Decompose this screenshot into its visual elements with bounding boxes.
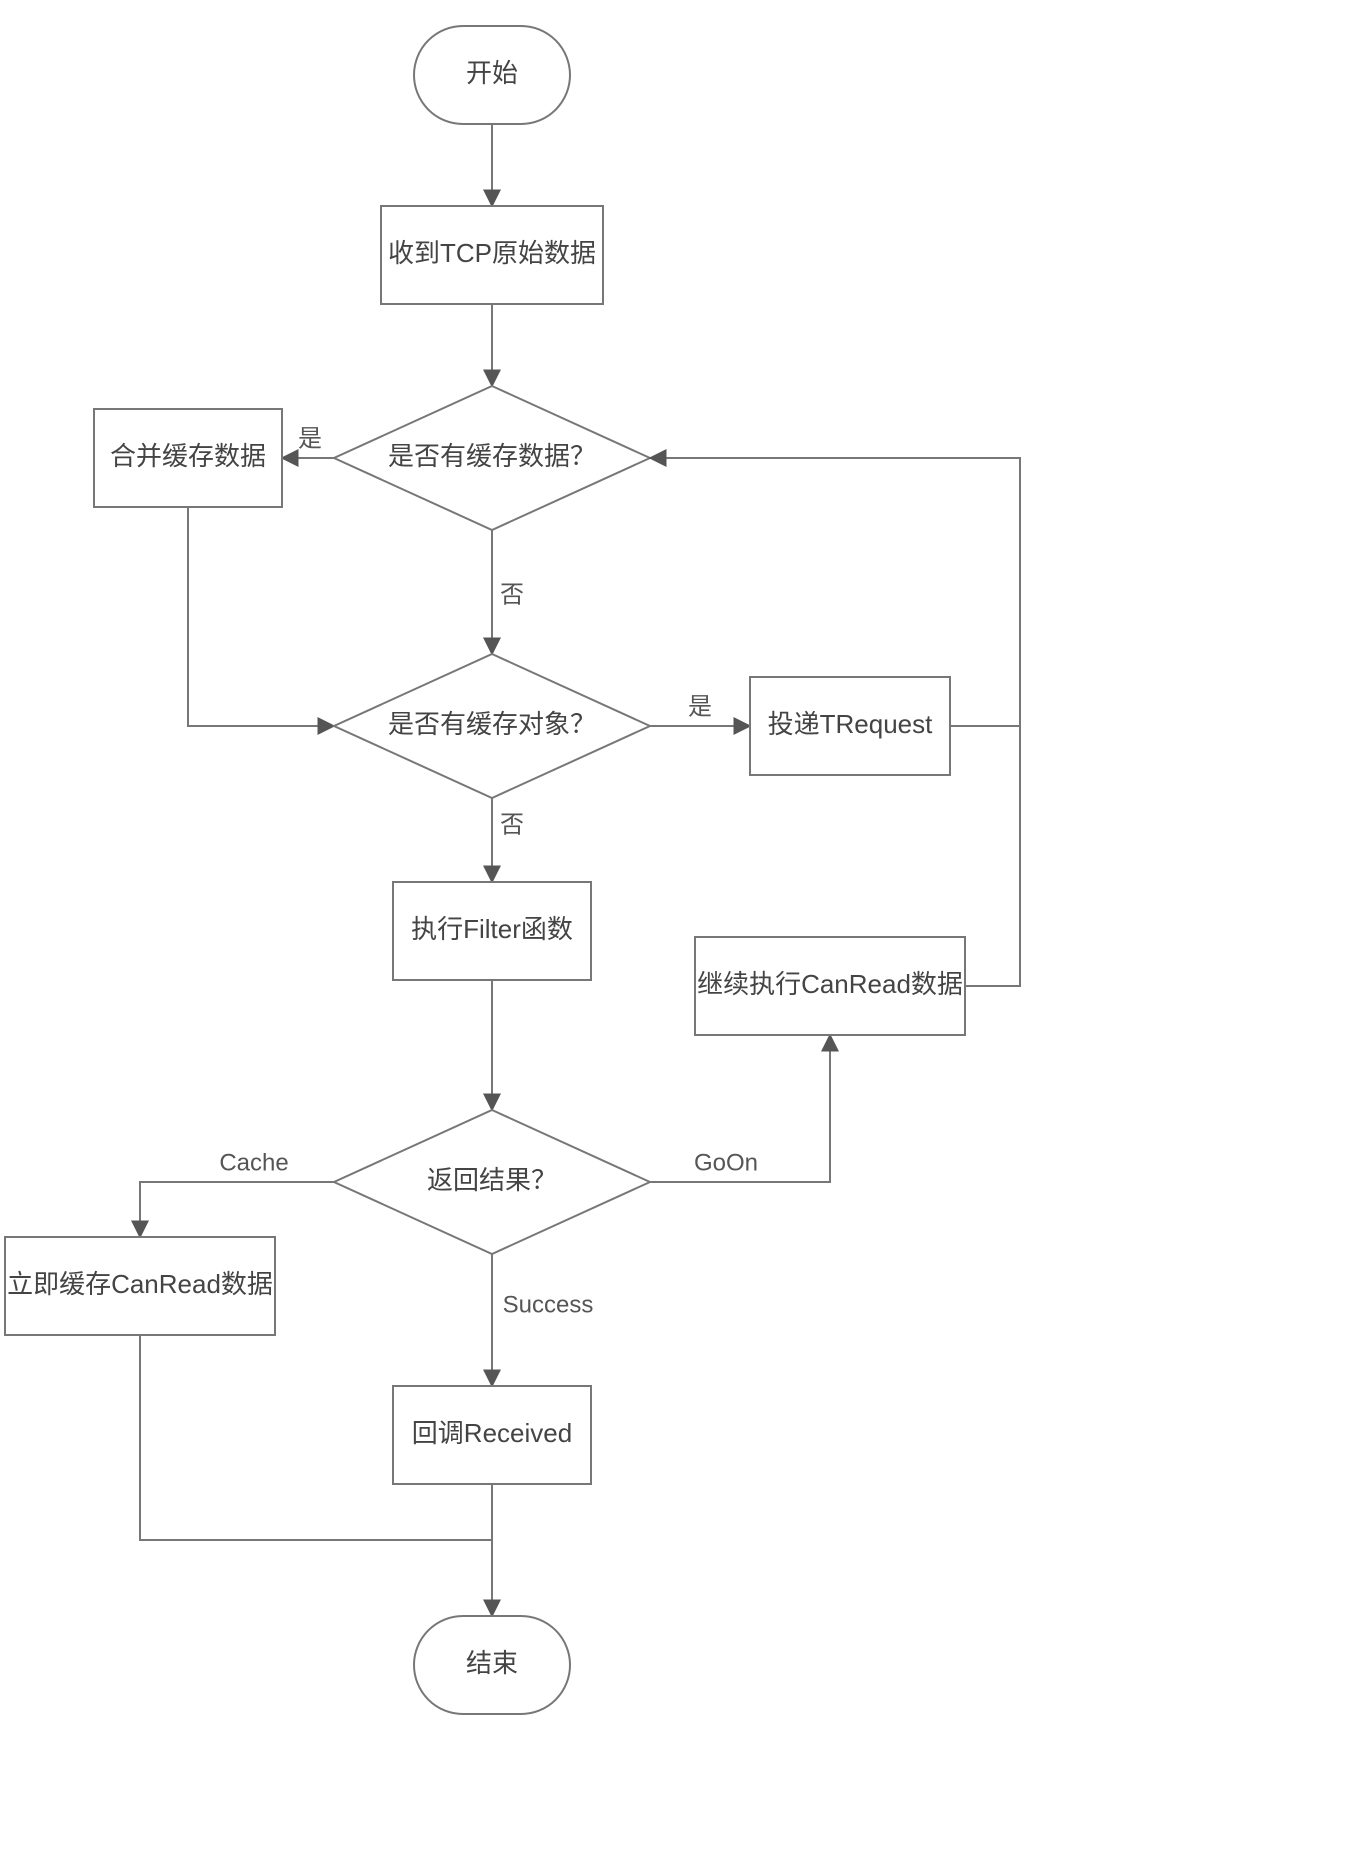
node-cb-received-label: 回调Received — [412, 1418, 572, 1448]
edge-cachedata-no-label: 否 — [500, 581, 524, 608]
node-has-cache-data-label: 是否有缓存数据？ — [388, 441, 596, 471]
node-start: 开始 — [414, 26, 570, 124]
node-exec-filter-label: 执行Filter函数 — [411, 914, 573, 944]
node-recv-tcp: 收到TCP原始数据 — [381, 206, 603, 304]
node-cb-received: 回调Received — [393, 1386, 591, 1484]
edge-result-cache — [140, 1182, 334, 1237]
edge-result-success-label: Success — [503, 1291, 594, 1318]
edge-cacheobj-no-label: 否 — [500, 811, 524, 838]
edge-result-cache-label: Cache — [219, 1149, 288, 1176]
node-merge-cache: 合并缓存数据 — [94, 409, 282, 507]
edge-cacheobj-yes-label: 是 — [688, 693, 712, 720]
node-exec-filter: 执行Filter函数 — [393, 882, 591, 980]
node-goon-canread: 继续执行CanRead数据 — [695, 937, 965, 1035]
edge-result-goon-label: GoOn — [694, 1149, 758, 1176]
node-return-result: 返回结果？ — [334, 1110, 650, 1254]
edge-merge-to-cacheobj — [188, 507, 334, 726]
node-recv-tcp-label: 收到TCP原始数据 — [388, 238, 596, 268]
edge-cachedata-yes-label: 是 — [298, 425, 322, 452]
node-cache-canread: 立即缓存CanRead数据 — [5, 1237, 275, 1335]
node-has-cache-data: 是否有缓存数据？ — [334, 386, 650, 530]
node-deliver-treq: 投递TRequest — [750, 677, 950, 775]
node-end-label: 结束 — [466, 1648, 518, 1678]
node-deliver-treq-label: 投递TRequest — [768, 709, 933, 739]
node-has-cache-obj-label: 是否有缓存对象？ — [388, 709, 596, 739]
node-cache-canread-label: 立即缓存CanRead数据 — [7, 1269, 273, 1299]
node-return-result-label: 返回结果？ — [427, 1165, 557, 1195]
node-has-cache-obj: 是否有缓存对象？ — [334, 654, 650, 798]
node-merge-cache-label: 合并缓存数据 — [110, 441, 266, 471]
node-end: 结束 — [414, 1616, 570, 1714]
node-goon-canread-label: 继续执行CanRead数据 — [697, 969, 963, 999]
node-start-label: 开始 — [466, 58, 518, 88]
edge-goon-to-cachedata — [965, 726, 1020, 986]
